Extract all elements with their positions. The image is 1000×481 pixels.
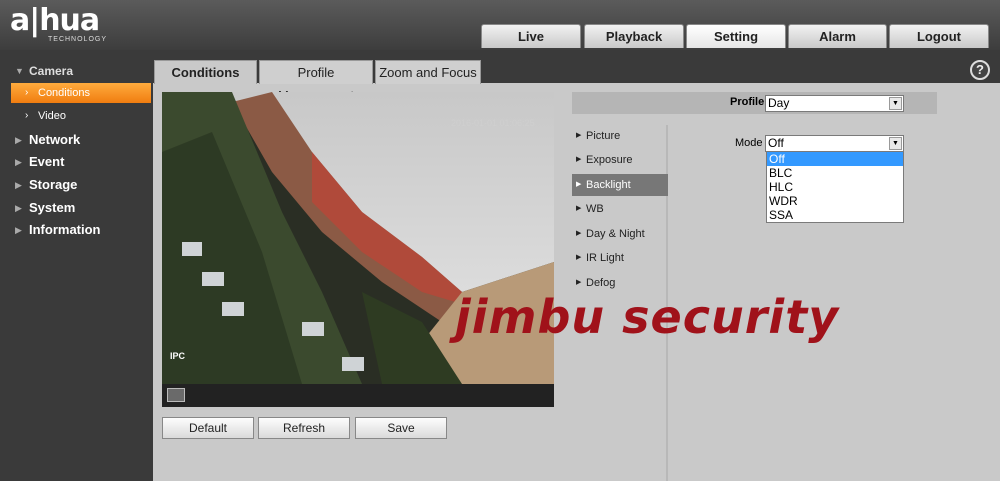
triangle-right-icon: ▶ — [15, 203, 22, 213]
tab-playback[interactable]: Playback — [584, 24, 684, 48]
dahua-logo: a|hua TECHNOLOGY — [10, 3, 108, 44]
triangle-right-icon: ▶ — [576, 230, 582, 237]
sidebar-item-label: Event — [29, 154, 65, 169]
menu-item-label: Exposure — [586, 154, 633, 166]
mode-option-hlc[interactable]: HLC — [767, 180, 903, 194]
sidebar-item-event[interactable]: ▶ Event — [0, 151, 153, 173]
menu-item-exposure[interactable]: ▶ Exposure — [572, 149, 668, 171]
tab-logout[interactable]: Logout — [889, 24, 989, 48]
mode-label: Mode — [735, 137, 763, 149]
sidebar-item-network[interactable]: ▶ Network — [0, 129, 153, 151]
triangle-right-icon: ▶ — [576, 205, 582, 212]
sidebar-item-conditions[interactable]: › Conditions — [11, 83, 151, 103]
save-button[interactable]: Save — [355, 417, 447, 439]
menu-item-picture[interactable]: ▶ Picture — [572, 125, 668, 147]
sidebar-item-storage[interactable]: ▶ Storage — [0, 174, 153, 196]
sidebar-item-label: System — [29, 200, 76, 215]
menu-item-ir-light[interactable]: ▶ IR Light — [572, 247, 668, 269]
mode-select-value: Off — [768, 136, 784, 150]
menu-item-wb[interactable]: ▶ WB — [572, 198, 668, 220]
top-header: a|hua TECHNOLOGY Live Playback Setting A… — [0, 0, 1000, 50]
profile-select-value: Day — [768, 96, 790, 110]
refresh-button[interactable]: Refresh — [258, 417, 350, 439]
logo-subtitle: TECHNOLOGY — [48, 36, 108, 43]
triangle-right-icon: ▶ — [15, 225, 22, 235]
mode-dropdown-list: Off BLC HLC WDR SSA — [766, 151, 904, 223]
video-preview: 2016-01-01 01:06:25 IPC — [162, 92, 554, 407]
sidebar-item-video[interactable]: › Video — [11, 106, 151, 126]
tab-zoom-and-focus[interactable]: Zoom and Focus — [375, 60, 481, 84]
settings-sidebar: ▼ Camera › Conditions › Video ▶ Network … — [0, 50, 153, 481]
sidebar-item-label: Storage — [29, 177, 78, 192]
menu-item-day-night[interactable]: ▶ Day & Night — [572, 223, 668, 245]
sidebar-item-label: Conditions — [38, 87, 90, 99]
triangle-right-icon: ▶ — [15, 157, 22, 167]
video-channel-label: IPC — [170, 351, 186, 361]
profile-label: Profile — [730, 96, 765, 108]
mode-option-wdr[interactable]: WDR — [767, 194, 903, 208]
triangle-right-icon: ▶ — [15, 180, 22, 190]
triangle-right-icon: ▶ — [15, 135, 22, 145]
tab-alarm[interactable]: Alarm — [788, 24, 887, 48]
mode-select[interactable]: Off ▼ — [765, 135, 904, 152]
triangle-right-icon: ▶ — [576, 132, 582, 139]
dropdown-arrow-icon: ▼ — [889, 137, 902, 150]
chevron-right-icon: › — [25, 87, 29, 98]
video-toolbar — [162, 384, 554, 407]
video-timestamp: 2016-01-01 01:06:25 — [451, 118, 535, 128]
mode-option-blc[interactable]: BLC — [767, 166, 903, 180]
menu-item-label: Picture — [586, 130, 621, 142]
menu-item-label: Day & Night — [586, 228, 645, 240]
sidebar-item-information[interactable]: ▶ Information — [0, 219, 153, 241]
triangle-right-icon: ▶ — [576, 254, 582, 261]
menu-item-label: IR Light — [586, 252, 624, 264]
watermark-text: jimbu security — [455, 290, 840, 344]
fullscreen-icon[interactable] — [167, 388, 185, 402]
sidebar-item-system[interactable]: ▶ System — [0, 197, 153, 219]
dropdown-arrow-icon: ▼ — [889, 97, 902, 110]
sidebar-item-camera[interactable]: ▼ Camera — [0, 60, 153, 82]
default-button[interactable]: Default — [162, 417, 254, 439]
tab-live[interactable]: Live — [481, 24, 581, 48]
triangle-right-icon: ▶ — [576, 181, 582, 188]
logo-text: a|hua — [10, 3, 100, 38]
menu-item-backlight[interactable]: ▶ Backlight — [572, 174, 668, 196]
triangle-down-icon: ▼ — [15, 66, 24, 76]
menu-item-label: WB — [586, 203, 604, 215]
sidebar-item-label: Camera — [29, 64, 74, 78]
profile-select[interactable]: Day ▼ — [765, 95, 904, 112]
help-icon[interactable]: ? — [970, 60, 990, 80]
sidebar-item-label: Video — [38, 110, 66, 122]
menu-item-label: Backlight — [586, 179, 631, 191]
tab-conditions[interactable]: Conditions — [154, 60, 257, 84]
sidebar-item-label: Information — [29, 222, 101, 237]
tab-setting[interactable]: Setting — [686, 24, 786, 48]
triangle-right-icon: ▶ — [576, 156, 582, 163]
mode-option-ssa[interactable]: SSA — [767, 208, 903, 222]
tab-profile-management[interactable]: Profile Management — [259, 60, 373, 103]
chevron-right-icon: › — [25, 110, 29, 121]
sidebar-item-label: Network — [29, 132, 81, 147]
mode-option-off[interactable]: Off — [767, 152, 903, 166]
